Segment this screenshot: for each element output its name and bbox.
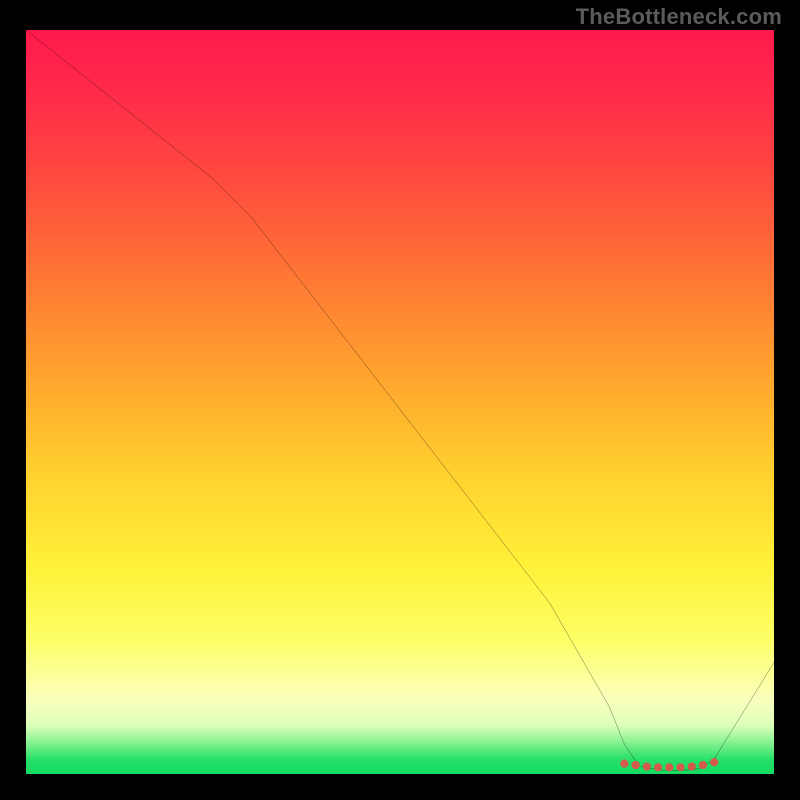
plot-area: [26, 30, 774, 774]
valley-dot: [632, 761, 640, 769]
watermark-text: TheBottleneck.com: [576, 4, 782, 30]
valley-dot: [620, 759, 628, 767]
valley-dot: [654, 763, 662, 771]
chart-frame: TheBottleneck.com: [0, 0, 800, 800]
valley-dot: [676, 763, 684, 771]
valley-dot: [643, 762, 651, 770]
bottleneck-curve: [26, 30, 774, 770]
valley-dot: [699, 761, 707, 769]
chart-svg: [26, 30, 774, 774]
valley-dot: [710, 758, 718, 766]
valley-dot: [665, 763, 673, 771]
valley-dot: [688, 762, 696, 770]
